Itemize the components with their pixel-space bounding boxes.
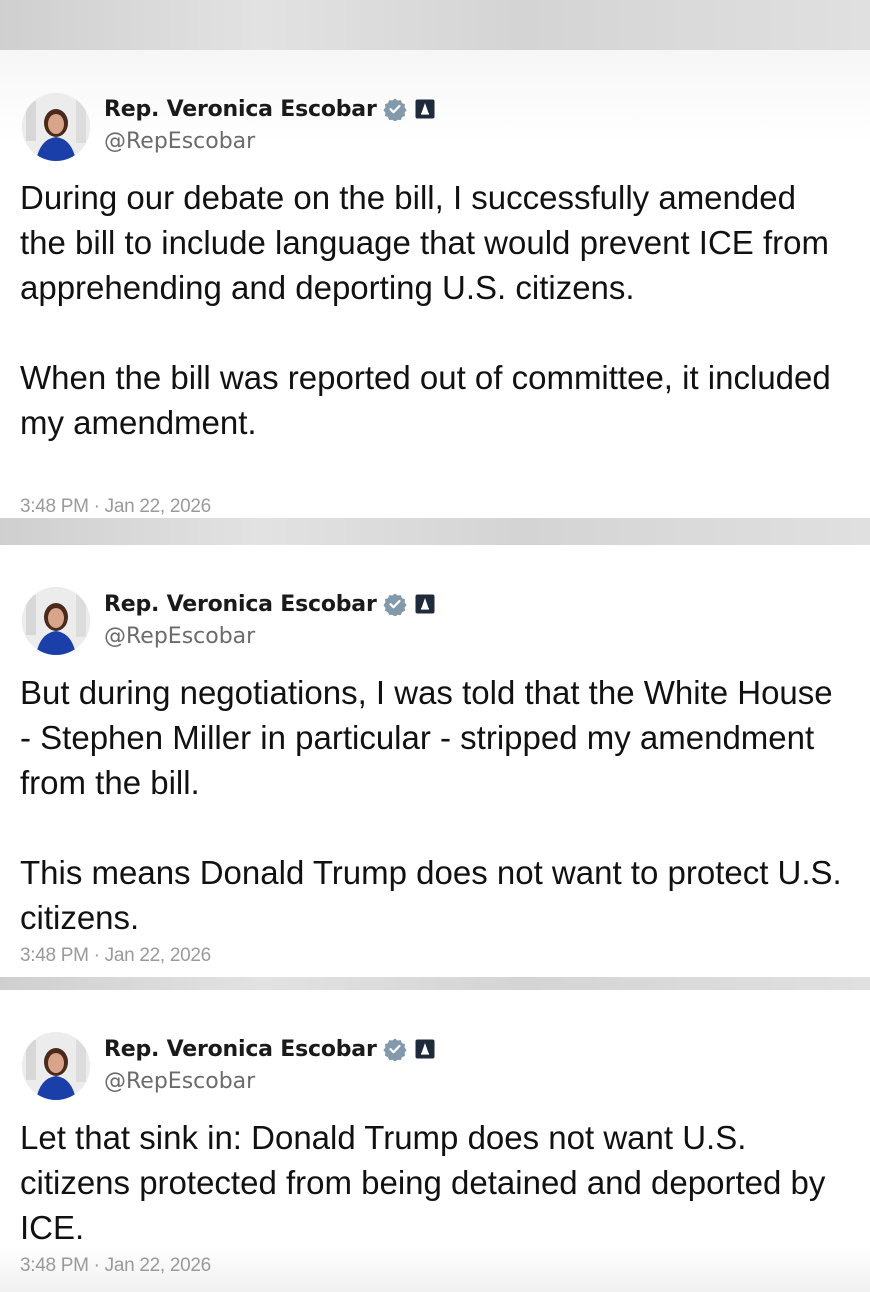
handle[interactable]: @RepEscobar bbox=[104, 624, 255, 649]
avatar[interactable] bbox=[22, 587, 90, 655]
tweet-text: Let that sink in: Donald Trump does not … bbox=[20, 1115, 850, 1250]
tweet-card[interactable]: Rep. Veronica Escobar @RepEscobar During… bbox=[0, 50, 870, 518]
government-affiliation-icon bbox=[415, 1039, 435, 1059]
tweet-text: But during negotiations, I was told that… bbox=[20, 670, 850, 940]
handle[interactable]: @RepEscobar bbox=[104, 1069, 255, 1094]
verified-badge-icon bbox=[383, 97, 407, 122]
display-name[interactable]: Rep. Veronica Escobar bbox=[104, 97, 377, 122]
display-name[interactable]: Rep. Veronica Escobar bbox=[104, 592, 377, 617]
verified-badge-icon bbox=[383, 1037, 407, 1062]
timestamp[interactable]: 3:48 PM · Jan 22, 2026 bbox=[20, 945, 211, 967]
verified-badge-icon bbox=[383, 592, 407, 617]
background-gap bbox=[0, 977, 870, 990]
avatar[interactable] bbox=[22, 93, 90, 161]
display-name[interactable]: Rep. Veronica Escobar bbox=[104, 1037, 377, 1062]
government-affiliation-icon bbox=[415, 594, 435, 614]
tweet-card[interactable]: Rep. Veronica Escobar @RepEscobar But du… bbox=[0, 545, 870, 977]
tweet-paragraph: During our debate on the bill, I success… bbox=[20, 179, 829, 306]
background-top bbox=[0, 0, 870, 50]
avatar-image bbox=[22, 1032, 90, 1100]
tweet-card[interactable]: Rep. Veronica Escobar @RepEscobar Let th… bbox=[0, 990, 870, 1292]
handle[interactable]: @RepEscobar bbox=[104, 129, 255, 154]
tweet-text: During our debate on the bill, I success… bbox=[20, 175, 850, 445]
government-affiliation-icon bbox=[415, 99, 435, 119]
tweet-paragraph: Let that sink in: Donald Trump does not … bbox=[20, 1119, 826, 1246]
avatar[interactable] bbox=[22, 1032, 90, 1100]
tweet-paragraph: When the bill was reported out of commit… bbox=[20, 359, 831, 441]
tweet-paragraph: This means Donald Trump does not want to… bbox=[20, 854, 842, 936]
timestamp[interactable]: 3:48 PM · Jan 22, 2026 bbox=[20, 1255, 211, 1277]
avatar-image bbox=[22, 587, 90, 655]
avatar-image bbox=[22, 93, 90, 161]
timestamp[interactable]: 3:48 PM · Jan 22, 2026 bbox=[20, 496, 211, 518]
tweet-paragraph: But during negotiations, I was told that… bbox=[20, 674, 833, 801]
background-gap bbox=[0, 518, 870, 545]
